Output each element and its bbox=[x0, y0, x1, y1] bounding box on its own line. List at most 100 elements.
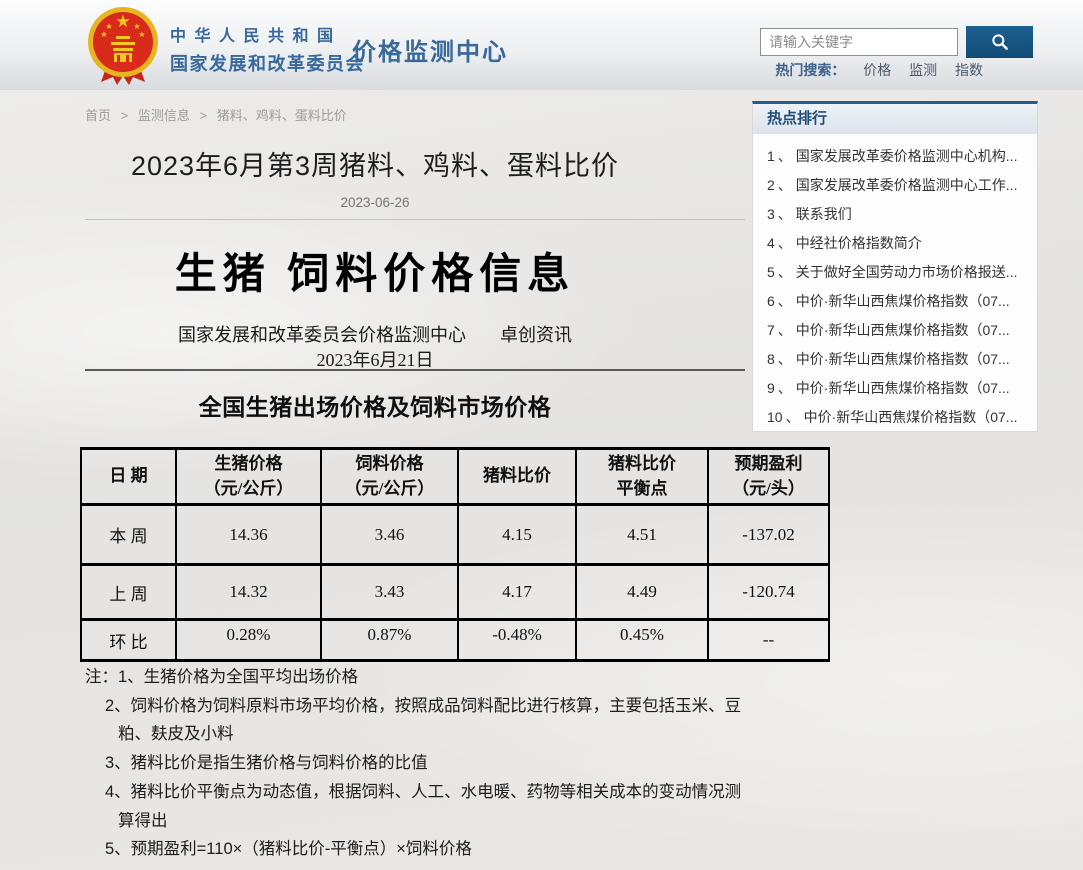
table-header-cell: 猪料比价平衡点 bbox=[576, 449, 708, 505]
item-label: 联系我们 bbox=[796, 206, 852, 222]
item-label: 国家发展改革委价格监测中心机构... bbox=[796, 148, 1018, 164]
note-line: 算得出 bbox=[85, 807, 753, 836]
note-line: 注：1、生猪价格为全国平均出场价格 bbox=[85, 663, 753, 692]
hot-search-term-index[interactable]: 指数 bbox=[955, 62, 983, 78]
note-line: 4、猪料比价平衡点为动态值，根据饲料、人工、水电暖、药物等相关成本的变动情况测 bbox=[85, 778, 753, 807]
hot-rank-item[interactable]: 9、中价·新华山西焦煤价格指数（07... bbox=[767, 374, 1027, 403]
item-separator: 、 bbox=[778, 177, 792, 193]
org-name: 中华人民共和国 国家发展和改革委员会 bbox=[170, 22, 365, 76]
item-separator: 、 bbox=[778, 264, 792, 280]
item-number: 5 bbox=[767, 264, 775, 280]
price-table: 日 期 生猪价格（元/公斤） 饲料价格（元/公斤） 猪料比价 猪料比价平衡点 预… bbox=[80, 447, 830, 662]
item-label: 中价·新华山西焦煤价格指数（07... bbox=[796, 351, 1010, 367]
note-line: 2、饲料价格为饲料原料市场平均价格，按照成品饲料配比进行核算，主要包括玉米、豆 bbox=[85, 692, 753, 721]
item-separator: 、 bbox=[778, 206, 792, 222]
breadcrumb-item-current: 猪料、鸡料、蛋料比价 bbox=[217, 108, 347, 123]
hot-rank-panel: 热点排行 1、国家发展改革委价格监测中心机构... 2、国家发展改革委价格监测中… bbox=[752, 101, 1038, 432]
table-cell: 0.28% bbox=[176, 620, 321, 661]
table-cell: 14.36 bbox=[176, 505, 321, 565]
hot-rank-item[interactable]: 8、中价·新华山西焦煤价格指数（07... bbox=[767, 345, 1027, 374]
item-separator: 、 bbox=[778, 322, 792, 338]
search-button[interactable] bbox=[966, 26, 1033, 58]
item-separator: 、 bbox=[778, 380, 792, 396]
hot-search-term-monitor[interactable]: 监测 bbox=[909, 62, 937, 78]
table-row: 本 周 14.36 3.46 4.15 4.51 -137.02 bbox=[81, 505, 829, 565]
table-header-cell: 日 期 bbox=[81, 449, 176, 505]
header-band: ★ ★ ★ ★ ★ 中华人民共和国 国家发展和改革委员会 价格监测中心 热门搜索… bbox=[0, 0, 1083, 90]
hot-rank-item[interactable]: 5、关于做好全国劳动力市场价格报送... bbox=[767, 258, 1027, 287]
org-name-line1: 中华人民共和国 bbox=[170, 22, 365, 46]
svg-text:★: ★ bbox=[138, 30, 145, 39]
table-header-cell: 生猪价格（元/公斤） bbox=[176, 449, 321, 505]
section-title: 全国生猪出场价格及饲料市场价格 bbox=[85, 388, 665, 422]
hot-search: 热门搜索： 价格 监测 指数 bbox=[700, 60, 1033, 80]
item-number: 3 bbox=[767, 206, 775, 222]
table-row: 上 周 14.32 3.43 4.17 4.49 -120.74 bbox=[81, 565, 829, 620]
item-label: 中价·新华山西焦煤价格指数（07... bbox=[796, 322, 1010, 338]
divider bbox=[85, 219, 745, 220]
table-cell: -- bbox=[708, 620, 829, 661]
hot-rank-item[interactable]: 10、中价·新华山西焦煤价格指数（07... bbox=[767, 403, 1027, 432]
hot-rank-item[interactable]: 3、联系我们 bbox=[767, 200, 1027, 229]
table-cell: 3.46 bbox=[321, 505, 458, 565]
row-label: 本 周 bbox=[81, 505, 176, 565]
item-number: 2 bbox=[767, 177, 775, 193]
item-separator: 、 bbox=[778, 351, 792, 367]
byline-org: 国家发展和改革委员会价格监测中心 bbox=[178, 325, 466, 345]
table-header-cell: 预期盈利（元/头） bbox=[708, 449, 829, 505]
item-number: 9 bbox=[767, 380, 775, 396]
hot-rank-item[interactable]: 7、中价·新华山西焦煤价格指数（07... bbox=[767, 316, 1027, 345]
breadcrumb-item-home[interactable]: 首页 bbox=[85, 108, 111, 123]
item-separator: 、 bbox=[786, 409, 800, 425]
table-cell: 0.45% bbox=[576, 620, 708, 661]
table-cell: 4.17 bbox=[458, 565, 576, 620]
item-number: 8 bbox=[767, 351, 775, 367]
page-title: 2023年6月第3周猪料、鸡料、蛋料比价 bbox=[85, 144, 665, 183]
breadcrumb-separator: > bbox=[200, 108, 208, 123]
item-separator: 、 bbox=[778, 148, 792, 164]
national-emblem-icon[interactable]: ★ ★ ★ ★ ★ bbox=[86, 5, 160, 89]
hot-rank-item[interactable]: 4、中经社价格指数简介 bbox=[767, 229, 1027, 258]
note-line: 5、预期盈利=110×（猪料比价-平衡点）×饲料价格 bbox=[85, 835, 753, 864]
hot-search-term-price[interactable]: 价格 bbox=[863, 62, 891, 78]
table-notes: 注：1、生猪价格为全国平均出场价格 2、饲料价格为饲料原料市场平均价格，按照成品… bbox=[85, 663, 753, 864]
svg-text:★: ★ bbox=[115, 12, 130, 32]
search-icon bbox=[990, 32, 1010, 52]
table-row: 环 比 0.28% 0.87% -0.48% 0.45% -- bbox=[81, 620, 829, 661]
note-line: 3、猪料比价是指生猪价格与饲料价格的比值 bbox=[85, 749, 753, 778]
note-line: 粕、麸皮及小料 bbox=[85, 720, 753, 749]
item-separator: 、 bbox=[778, 293, 792, 309]
item-number: 1 bbox=[767, 148, 775, 164]
table-cell: -120.74 bbox=[708, 565, 829, 620]
item-label: 中价·新华山西焦煤价格指数（07... bbox=[796, 293, 1010, 309]
byline-source: 卓创资讯 bbox=[500, 325, 572, 345]
breadcrumb-item-monitor-info[interactable]: 监测信息 bbox=[138, 108, 190, 123]
table-cell: 4.49 bbox=[576, 565, 708, 620]
item-number: 6 bbox=[767, 293, 775, 309]
item-label: 中经社价格指数简介 bbox=[796, 235, 922, 251]
table-header-cell: 猪料比价 bbox=[458, 449, 576, 505]
document-title: 生猪 饲料价格信息 bbox=[85, 240, 665, 301]
item-number: 10 bbox=[767, 409, 783, 425]
hot-rank-item[interactable]: 2、国家发展改革委价格监测中心工作... bbox=[767, 171, 1027, 200]
item-separator: 、 bbox=[778, 235, 792, 251]
hot-rank-item[interactable]: 6、中价·新华山西焦煤价格指数（07... bbox=[767, 287, 1027, 316]
item-label: 中价·新华山西焦煤价格指数（07... bbox=[796, 380, 1010, 396]
hot-rank-item[interactable]: 1、国家发展改革委价格监测中心机构... bbox=[767, 142, 1027, 171]
search-input[interactable] bbox=[760, 28, 958, 56]
hot-rank-title: 热点排行 bbox=[753, 104, 1037, 134]
table-header-row: 日 期 生猪价格（元/公斤） 饲料价格（元/公斤） 猪料比价 猪料比价平衡点 预… bbox=[81, 449, 829, 505]
org-name-line2: 国家发展和改革委员会 bbox=[170, 50, 365, 76]
publish-date: 2023-06-26 bbox=[85, 195, 665, 210]
byline: 国家发展和改革委员会价格监测中心 卓创资讯 bbox=[85, 321, 665, 347]
item-number: 7 bbox=[767, 322, 775, 338]
row-label: 上 周 bbox=[81, 565, 176, 620]
site-title: 价格监测中心 bbox=[352, 32, 508, 67]
table-cell: -137.02 bbox=[708, 505, 829, 565]
table-cell: 0.87% bbox=[321, 620, 458, 661]
item-label: 关于做好全国劳动力市场价格报送... bbox=[796, 264, 1018, 280]
svg-text:★: ★ bbox=[100, 30, 107, 39]
item-number: 4 bbox=[767, 235, 775, 251]
hot-rank-list: 1、国家发展改革委价格监测中心机构... 2、国家发展改革委价格监测中心工作..… bbox=[753, 142, 1037, 432]
hot-search-label: 热门搜索： bbox=[775, 62, 845, 78]
